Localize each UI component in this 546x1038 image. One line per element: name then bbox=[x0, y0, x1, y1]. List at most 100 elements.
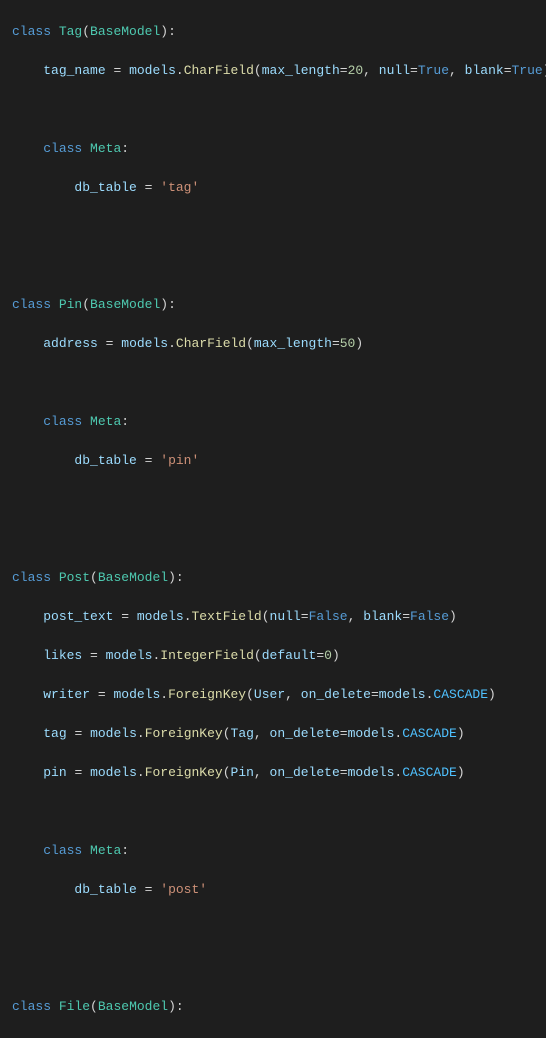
method: TextField bbox=[192, 609, 262, 624]
comma: , bbox=[348, 609, 356, 624]
code-line: tag_name = models.CharField(max_length=2… bbox=[12, 61, 546, 81]
attr: writer bbox=[43, 687, 90, 702]
op: = bbox=[332, 336, 340, 351]
module: models bbox=[121, 336, 168, 351]
code-line: writer = models.ForeignKey(User, on_dele… bbox=[12, 685, 546, 705]
dot: . bbox=[160, 687, 168, 702]
keyword-class: class bbox=[12, 570, 51, 585]
code-line: class Pin(BaseModel): bbox=[12, 295, 546, 315]
method: CharField bbox=[184, 63, 254, 78]
dot: . bbox=[137, 726, 145, 741]
attr: likes bbox=[43, 648, 82, 663]
blank-line bbox=[12, 529, 546, 549]
param: blank bbox=[465, 63, 504, 78]
op: = bbox=[316, 648, 324, 663]
num: 20 bbox=[348, 63, 364, 78]
paren: ) bbox=[449, 609, 457, 624]
attr: db_table bbox=[74, 882, 136, 897]
comma: , bbox=[285, 687, 293, 702]
attr: db_table bbox=[74, 453, 136, 468]
paren: ( bbox=[254, 63, 262, 78]
op: = bbox=[90, 648, 98, 663]
param: on_delete bbox=[270, 765, 340, 780]
param: null bbox=[379, 63, 410, 78]
module: models bbox=[90, 765, 137, 780]
string: 'tag' bbox=[160, 180, 199, 195]
dot: . bbox=[426, 687, 434, 702]
blank-line bbox=[12, 100, 546, 120]
code-line: class Post(BaseModel): bbox=[12, 568, 546, 588]
base-class: BaseModel bbox=[90, 297, 160, 312]
paren: ( bbox=[90, 999, 98, 1014]
arg: Tag bbox=[231, 726, 254, 741]
op: = bbox=[410, 63, 418, 78]
base-class: BaseModel bbox=[98, 570, 168, 585]
base-class: BaseModel bbox=[98, 999, 168, 1014]
paren: ) bbox=[488, 687, 496, 702]
code-line: post = models.ForeignKey(Post, on_delete… bbox=[12, 1036, 546, 1038]
blank-line bbox=[12, 256, 546, 276]
attr: tag bbox=[43, 726, 66, 741]
param: max_length bbox=[262, 63, 340, 78]
comma: , bbox=[254, 765, 262, 780]
attr: pin bbox=[43, 765, 66, 780]
bool: True bbox=[512, 63, 543, 78]
paren: ) bbox=[355, 336, 363, 351]
code-line: class File(BaseModel): bbox=[12, 997, 546, 1017]
attr: db_table bbox=[74, 180, 136, 195]
bool: False bbox=[410, 609, 449, 624]
keyword-class: class bbox=[43, 141, 82, 156]
const: CASCADE bbox=[402, 765, 457, 780]
dot: . bbox=[137, 765, 145, 780]
blank-line bbox=[12, 958, 546, 978]
op: = bbox=[301, 609, 309, 624]
code-line: class Tag(BaseModel): bbox=[12, 22, 546, 42]
dot: . bbox=[152, 648, 160, 663]
module: models bbox=[113, 687, 160, 702]
param: max_length bbox=[254, 336, 332, 351]
param: blank bbox=[363, 609, 402, 624]
comma: , bbox=[363, 63, 371, 78]
num: 0 bbox=[324, 648, 332, 663]
blank-line bbox=[12, 919, 546, 939]
dot: . bbox=[168, 336, 176, 351]
bool: False bbox=[309, 609, 348, 624]
paren: ( bbox=[90, 570, 98, 585]
dot: . bbox=[184, 609, 192, 624]
module: models bbox=[90, 726, 137, 741]
blank-line bbox=[12, 217, 546, 237]
code-line: class Meta: bbox=[12, 412, 546, 432]
op: = bbox=[340, 726, 348, 741]
code-line: db_table = 'pin' bbox=[12, 451, 546, 471]
class-meta: Meta bbox=[90, 414, 121, 429]
string: 'post' bbox=[160, 882, 207, 897]
class-file: File bbox=[59, 999, 90, 1014]
paren: ( bbox=[223, 765, 231, 780]
op: = bbox=[106, 336, 114, 351]
arg: User bbox=[254, 687, 285, 702]
module: models bbox=[137, 609, 184, 624]
class-tag: Tag bbox=[59, 24, 82, 39]
paren: ) bbox=[160, 24, 168, 39]
code-line: address = models.CharField(max_length=50… bbox=[12, 334, 546, 354]
string: 'pin' bbox=[160, 453, 199, 468]
paren: ( bbox=[82, 297, 90, 312]
colon: : bbox=[121, 414, 129, 429]
colon: : bbox=[176, 999, 184, 1014]
op: = bbox=[145, 180, 153, 195]
method: ForeignKey bbox=[145, 765, 223, 780]
const: CASCADE bbox=[402, 726, 457, 741]
paren: ) bbox=[457, 765, 465, 780]
class-meta: Meta bbox=[90, 843, 121, 858]
keyword-class: class bbox=[12, 297, 51, 312]
paren: ( bbox=[246, 336, 254, 351]
class-pin: Pin bbox=[59, 297, 82, 312]
class-post: Post bbox=[59, 570, 90, 585]
method: ForeignKey bbox=[145, 726, 223, 741]
module: models bbox=[348, 765, 395, 780]
code-line: db_table = 'tag' bbox=[12, 178, 546, 198]
code-line: class Meta: bbox=[12, 841, 546, 861]
keyword-class: class bbox=[43, 843, 82, 858]
attr: post_text bbox=[43, 609, 113, 624]
module: models bbox=[106, 648, 153, 663]
